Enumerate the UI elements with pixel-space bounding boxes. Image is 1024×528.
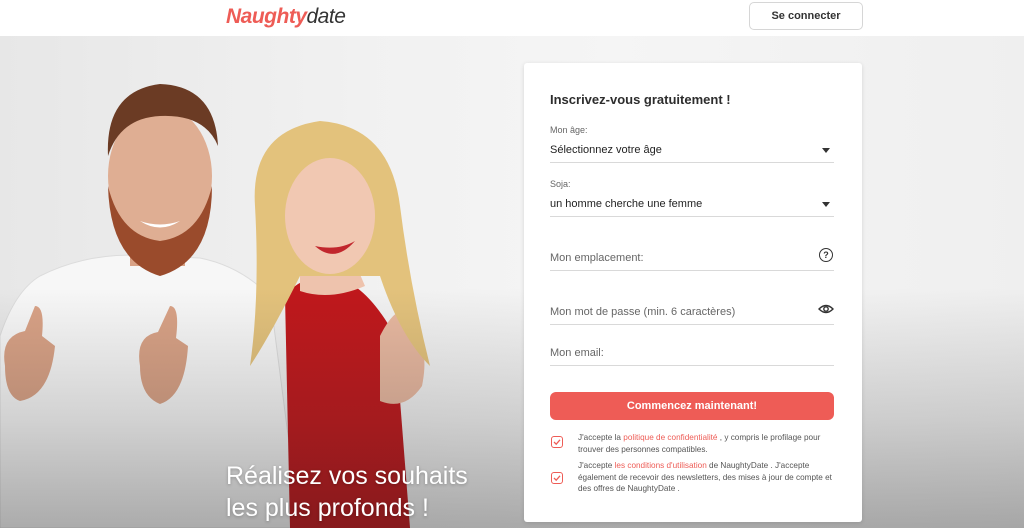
top-header: Naughtydate Se connecter [0, 0, 1024, 36]
password-placeholder: Mon mot de passe (min. 6 caractères) [550, 306, 736, 318]
naughtydate-logo[interactable]: Naughtydate [226, 3, 346, 31]
chevron-down-icon [822, 148, 830, 153]
hero-tagline-line1: Réalisez vos souhaits [226, 462, 468, 490]
hero-tagline-line2: les plus profonds ! [226, 494, 429, 522]
seeking-selected-value: un homme cherche une femme [550, 198, 703, 210]
chevron-down-icon [822, 202, 830, 207]
hero-section: Réalisez vos souhaits les plus profonds … [0, 36, 1024, 528]
seeking-select[interactable]: Soja: un homme cherche une femme [550, 178, 834, 217]
age-label: Mon âge: [550, 125, 588, 135]
help-icon[interactable]: ? [819, 248, 833, 262]
terms-consent-pre: J'accepte [578, 461, 615, 470]
seeking-label: Soja: [550, 179, 571, 189]
password-input[interactable]: Mon mot de passe (min. 6 caractères) [550, 300, 834, 325]
signup-card: Inscrivez-vous gratuitement ! Mon âge: S… [524, 63, 862, 522]
eye-icon[interactable] [818, 303, 834, 315]
location-placeholder: Mon emplacement: [550, 252, 644, 264]
privacy-consent-pre: J'accepte la [578, 433, 624, 442]
start-now-button[interactable]: Commencez maintenant! [550, 392, 834, 420]
logo-part-date: date [306, 5, 346, 28]
hero-tagline: Réalisez vos souhaits les plus profonds … [226, 460, 526, 524]
login-button[interactable]: Se connecter [749, 2, 863, 30]
signup-title: Inscrivez-vous gratuitement ! [550, 92, 731, 107]
terms-consent-row: J'accepte les conditions d'utilisation d… [550, 460, 834, 496]
email-placeholder: Mon email: [550, 347, 604, 359]
terms-consent-text: J'accepte les conditions d'utilisation d… [578, 460, 838, 495]
privacy-consent-checkbox[interactable] [551, 436, 563, 448]
email-input[interactable]: Mon email: [550, 342, 834, 366]
logo-part-naughty: Naughty [226, 5, 307, 28]
checkmark-icon [553, 439, 561, 446]
location-input[interactable]: Mon emplacement: ? [550, 246, 834, 271]
privacy-consent-row: J'accepte la politique de confidentialit… [550, 432, 834, 456]
privacy-policy-link[interactable]: politique de confidentialité [623, 433, 717, 442]
terms-consent-checkbox[interactable] [551, 472, 563, 484]
age-select[interactable]: Mon âge: Sélectionnez votre âge [550, 124, 834, 163]
terms-of-use-link[interactable]: les conditions d'utilisation [615, 461, 707, 470]
age-selected-value: Sélectionnez votre âge [550, 144, 662, 156]
privacy-consent-text: J'accepte la politique de confidentialit… [578, 432, 838, 455]
checkmark-icon [553, 475, 561, 482]
